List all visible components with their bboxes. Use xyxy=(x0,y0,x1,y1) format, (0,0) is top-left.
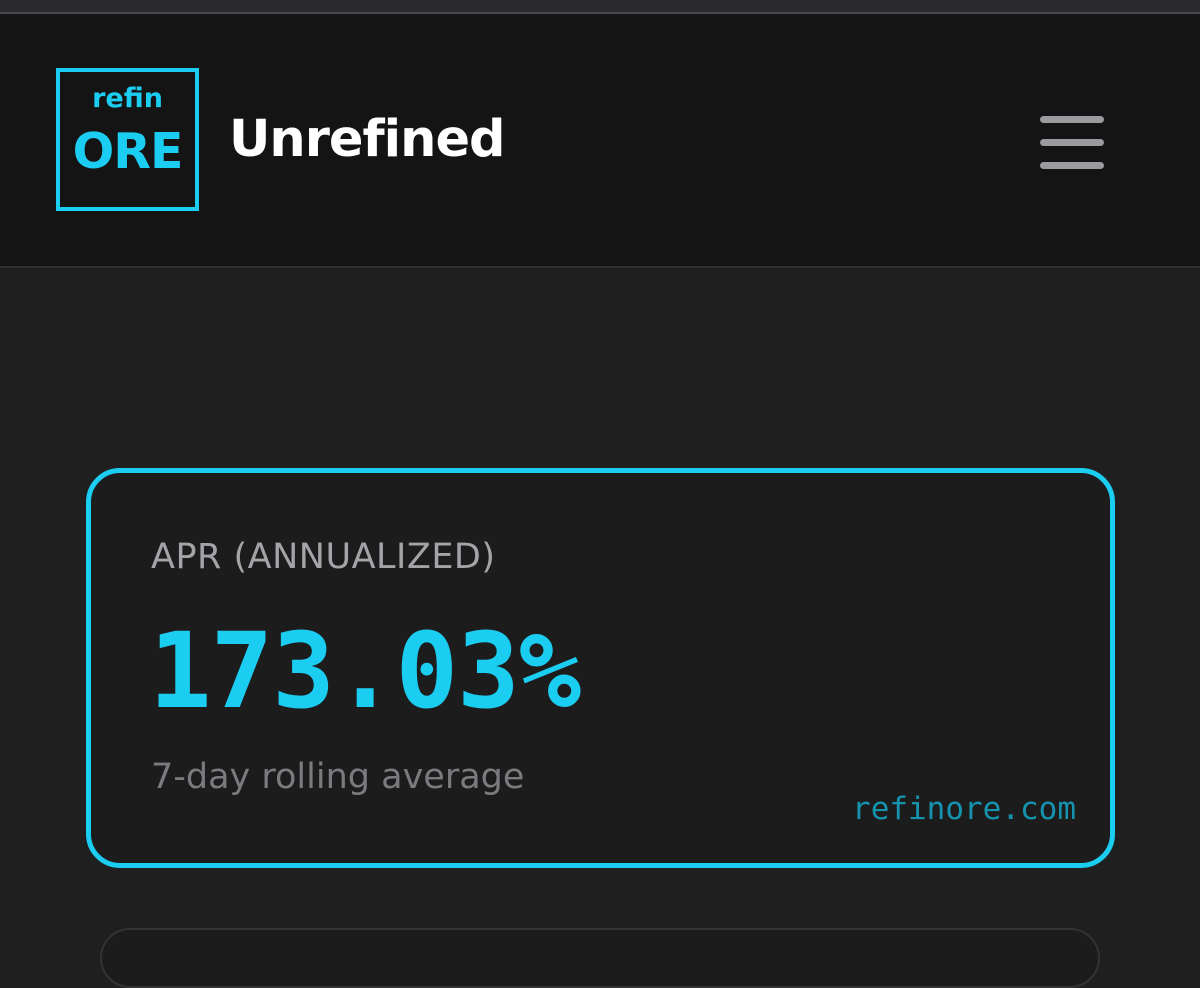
app-header: refin ORE Unrefined xyxy=(0,14,1200,268)
menu-bar-middle xyxy=(1040,139,1104,146)
hamburger-menu-icon[interactable] xyxy=(1036,116,1108,176)
apr-card: APR (ANNUALIZED) 173.03% 7-day rolling a… xyxy=(86,468,1115,868)
apr-subtitle: 7-day rolling average xyxy=(151,757,525,797)
apr-label: APR (ANNUALIZED) xyxy=(151,537,496,577)
menu-bar-bottom xyxy=(1040,162,1104,169)
logo-main-text: ORE xyxy=(72,123,184,180)
top-browser-strip xyxy=(0,0,1200,14)
next-card-edge xyxy=(100,928,1100,988)
refinore-logo[interactable]: refin ORE xyxy=(56,68,199,211)
main-content: APR (ANNUALIZED) 173.03% 7-day rolling a… xyxy=(0,268,1200,988)
menu-bar-top xyxy=(1040,116,1104,123)
logo-top-text: refin xyxy=(92,83,163,114)
site-watermark: refinore.com xyxy=(852,791,1076,827)
apr-value: 173.03% xyxy=(149,610,581,732)
page-title: Unrefined xyxy=(229,110,506,169)
